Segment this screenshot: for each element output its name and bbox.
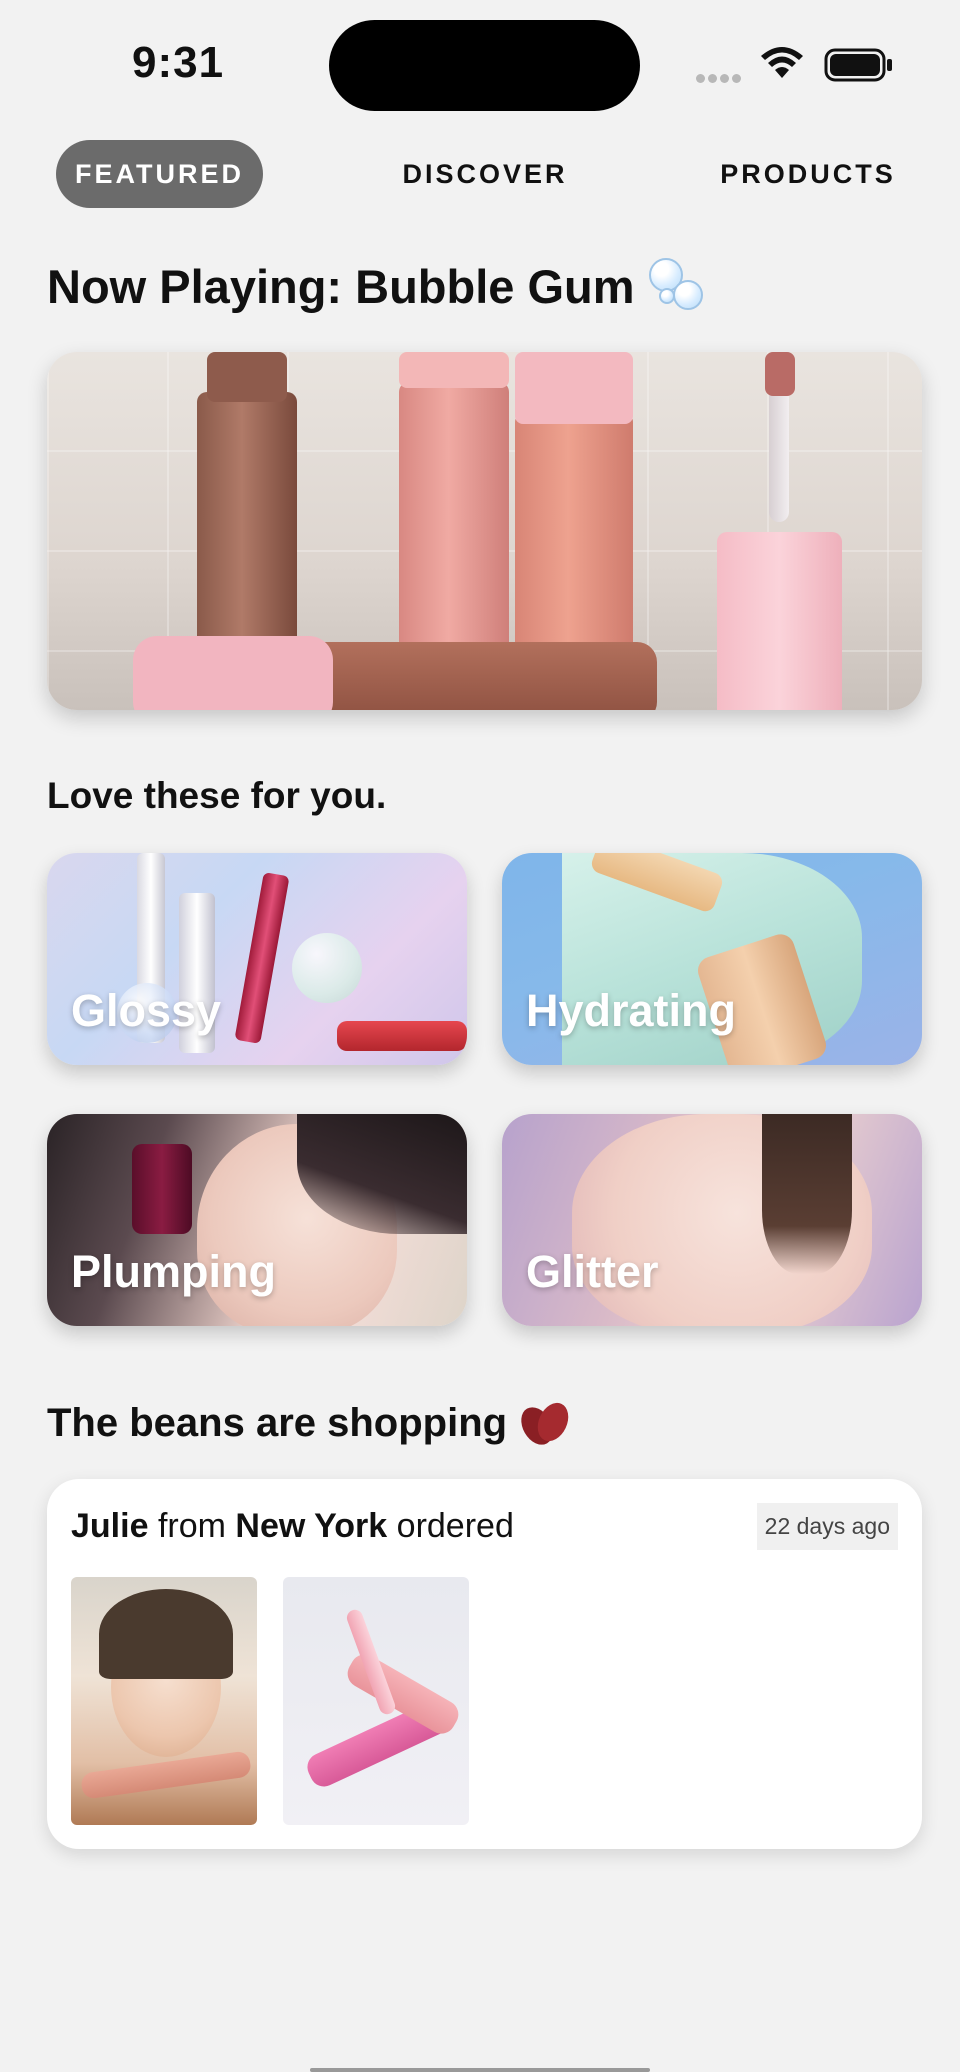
gloss-cap-lying bbox=[133, 636, 333, 710]
gloss-cap bbox=[207, 352, 287, 402]
shopping-title-text: The beans are shopping bbox=[47, 1400, 508, 1445]
gloss-applicator-tip bbox=[765, 352, 795, 396]
battery-icon bbox=[824, 48, 892, 82]
plumping-bottle bbox=[132, 1144, 192, 1234]
order-ordered-text: ordered bbox=[396, 1507, 514, 1545]
now-playing-title: Now Playing: Bubble Gum bbox=[47, 258, 707, 314]
order-activity-card[interactable]: Julie from New York ordered 22 days ago bbox=[47, 1479, 922, 1849]
thumbnail-product-tube bbox=[80, 1750, 252, 1800]
wifi-icon bbox=[761, 47, 803, 78]
beans-icon bbox=[514, 1397, 575, 1451]
order-product-thumbnail[interactable] bbox=[71, 1577, 257, 1825]
category-label-glossy: Glossy bbox=[71, 985, 222, 1036]
category-card-glossy[interactable]: Glossy bbox=[47, 853, 467, 1065]
status-time: 9:31 bbox=[132, 38, 225, 87]
category-card-hydrating[interactable]: Hydrating bbox=[502, 853, 922, 1065]
category-card-glitter[interactable]: Glitter bbox=[502, 1114, 922, 1326]
tab-products[interactable]: PRODUCTS bbox=[708, 140, 908, 208]
tab-featured[interactable]: FEATURED bbox=[56, 140, 263, 208]
tab-discover[interactable]: DISCOVER bbox=[380, 140, 590, 208]
glossy-product-tube bbox=[234, 872, 290, 1044]
hero-banner[interactable] bbox=[47, 352, 922, 710]
dynamic-island bbox=[329, 20, 640, 111]
home-indicator[interactable] bbox=[310, 2068, 650, 2072]
order-city: New York bbox=[235, 1507, 388, 1545]
category-label-plumping: Plumping bbox=[71, 1246, 276, 1297]
gloss-applicator-cup bbox=[717, 532, 842, 710]
status-bar: 9:31 bbox=[0, 0, 960, 130]
gloss-cap bbox=[515, 352, 633, 424]
gloss-cap bbox=[399, 352, 509, 388]
gloss-bottle bbox=[399, 382, 509, 652]
category-label-glitter: Glitter bbox=[526, 1246, 659, 1297]
order-from-text: from bbox=[157, 1507, 226, 1545]
signal-icon bbox=[696, 70, 746, 83]
now-playing-title-text: Now Playing: Bubble Gum bbox=[47, 259, 635, 313]
category-card-plumping[interactable]: Plumping bbox=[47, 1114, 467, 1326]
shopping-title: The beans are shopping bbox=[47, 1397, 575, 1451]
glitter-model-hair bbox=[762, 1114, 852, 1274]
order-product-thumbnail[interactable] bbox=[283, 1577, 469, 1825]
top-tabs: FEATURED DISCOVER PRODUCTS bbox=[0, 140, 960, 210]
category-label-hydrating: Hydrating bbox=[526, 985, 737, 1036]
gloss-bottle bbox=[197, 392, 297, 662]
order-description: Julie from New York ordered bbox=[71, 1507, 514, 1546]
glossy-product-tube bbox=[337, 1021, 467, 1051]
thumbnail-model-hair bbox=[99, 1589, 233, 1679]
glossy-bubble bbox=[292, 933, 362, 1003]
order-time-badge: 22 days ago bbox=[756, 1503, 898, 1550]
bubbles-icon bbox=[647, 258, 707, 314]
recommendations-title: Love these for you. bbox=[47, 775, 387, 816]
order-customer-name: Julie bbox=[71, 1507, 149, 1545]
